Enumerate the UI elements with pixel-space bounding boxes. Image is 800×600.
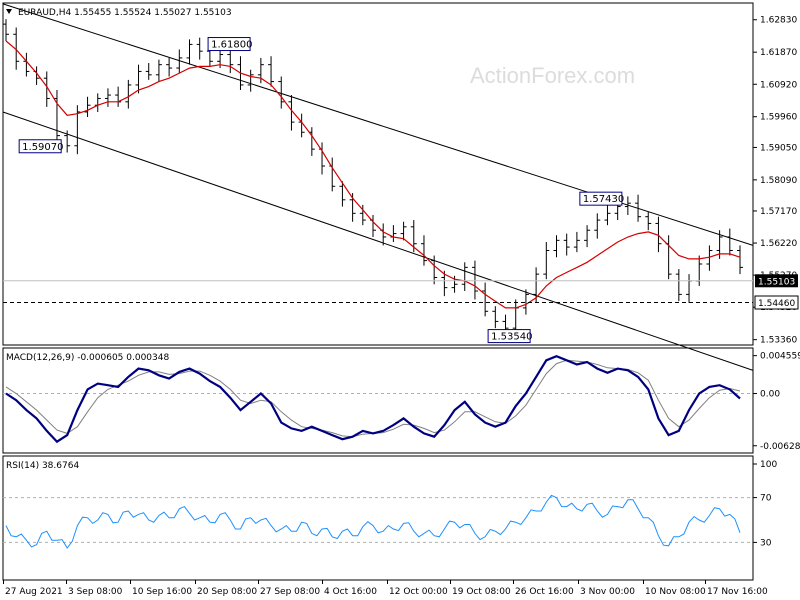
level-price-box: 1.54460 <box>754 295 799 310</box>
x-tick-label: 27 Sep 08:00 <box>260 587 320 597</box>
watermark: ActionForex.com <box>470 63 635 88</box>
price-tick-label: 1.59960 <box>760 113 797 123</box>
price-tick-label: 1.53360 <box>760 336 797 346</box>
x-tick-label: 10 Sep 16:00 <box>132 587 192 597</box>
rsi-label: RSI(14) 38.6764 <box>6 461 79 471</box>
current-price-box: 1.55103 <box>755 274 798 288</box>
macd-tick-label: 0.00 <box>760 390 780 400</box>
macd-label: MACD(12,26,9) -0.000605 0.000348 <box>6 353 169 363</box>
x-tick-label: 26 Oct 16:00 <box>515 587 574 597</box>
price-annotation: 1.61800 <box>207 37 252 52</box>
rsi-tick-label: 30 <box>760 538 772 548</box>
macd-tick-label: 0.004559 <box>760 352 800 362</box>
x-tick-label: 10 Nov 08:00 <box>645 587 706 597</box>
x-tick-label: 3 Sep 08:00 <box>68 587 123 597</box>
x-tick-label: 12 Oct 00:00 <box>389 587 448 597</box>
rsi-tick-label: 70 <box>760 494 772 504</box>
svg-text:1.55103: 1.55103 <box>758 277 795 287</box>
x-tick-label: 27 Aug 2021 <box>5 587 63 597</box>
x-tick-label: 4 Oct 16:00 <box>324 587 377 597</box>
price-tick-label: 1.59050 <box>760 143 797 153</box>
x-tick-label: 20 Sep 08:00 <box>197 587 257 597</box>
svg-text:1.53540: 1.53540 <box>491 332 532 343</box>
svg-text:1.61800: 1.61800 <box>211 40 252 51</box>
price-tick-label: 1.62830 <box>760 16 797 26</box>
price-tick-label: 1.58090 <box>760 176 797 186</box>
price-tick-label: 1.57170 <box>760 207 797 217</box>
rsi-tick-label: 100 <box>760 460 777 470</box>
svg-text:1.54460: 1.54460 <box>758 299 795 309</box>
price-tick-label: 1.56220 <box>760 239 797 249</box>
price-tick-label: 1.60920 <box>760 80 797 90</box>
symbol-label: EURAUD,H4 1.55455 1.55524 1.55027 1.5510… <box>18 8 232 18</box>
svg-text:1.59070: 1.59070 <box>22 142 63 153</box>
svg-text:1.57430: 1.57430 <box>583 194 624 205</box>
price-annotation: 1.59070 <box>18 139 64 154</box>
price-annotation: 1.57430 <box>579 191 624 206</box>
price-tick-label: 1.61870 <box>760 48 797 58</box>
macd-tick-label: -0.006289 <box>760 442 800 452</box>
x-tick-label: 3 Nov 00:00 <box>580 587 635 597</box>
x-tick-label: 17 Nov 16:00 <box>707 587 768 597</box>
price-annotation: 1.53540 <box>487 329 532 344</box>
x-tick-label: 19 Oct 08:00 <box>452 587 511 597</box>
trading-chart: ActionForex.com 1.62830 1.61870 1.60920 1.5… <box>0 0 800 600</box>
